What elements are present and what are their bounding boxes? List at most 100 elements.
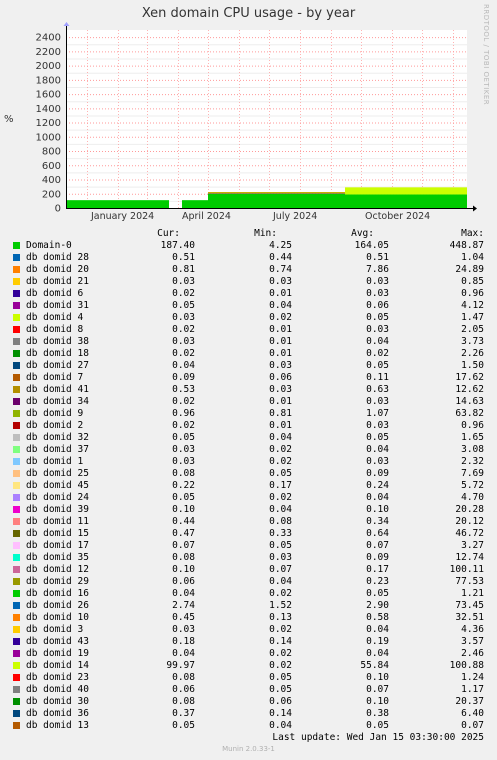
legend-swatch bbox=[13, 578, 20, 585]
legend-series-name: db domid 10 bbox=[26, 612, 89, 623]
legend-series-name: db domid 35 bbox=[26, 552, 89, 563]
legend-swatch bbox=[13, 314, 20, 321]
legend-swatch bbox=[13, 290, 20, 297]
legend-series-name: db domid 17 bbox=[26, 540, 89, 551]
legend-max-value: 0.07 bbox=[461, 720, 484, 731]
y-tick-label: 1200 bbox=[36, 118, 61, 129]
legend-min-value: 0.02 bbox=[269, 624, 292, 635]
legend-row: db domid 1 0.03 0.02 0.03 2.32 bbox=[0, 456, 497, 468]
legend-cur-value: 0.03 bbox=[172, 624, 195, 635]
legend-cur-value: 0.51 bbox=[172, 252, 195, 263]
x-tick-label: October 2024 bbox=[365, 211, 430, 222]
legend-min-value: 0.04 bbox=[269, 576, 292, 587]
legend-min-value: 0.02 bbox=[269, 492, 292, 503]
legend-series-name: db domid 43 bbox=[26, 636, 89, 647]
legend-min-value: 0.02 bbox=[269, 312, 292, 323]
legend-min-value: 0.02 bbox=[269, 660, 292, 671]
y-tick-label: 600 bbox=[42, 161, 61, 172]
legend-avg-value: 2.90 bbox=[366, 600, 389, 611]
area-domain-0 bbox=[66, 200, 169, 208]
x-axis-arrow bbox=[473, 205, 477, 212]
legend-swatch bbox=[13, 722, 20, 729]
legend-series-name: db domid 23 bbox=[26, 672, 89, 683]
legend-min-value: 0.03 bbox=[269, 360, 292, 371]
legend-header-min: Min: bbox=[254, 228, 277, 239]
legend-series-name: db domid 26 bbox=[26, 600, 89, 611]
legend-cur-value: 0.10 bbox=[172, 504, 195, 515]
legend-avg-value: 0.03 bbox=[366, 420, 389, 431]
legend-min-value: 0.02 bbox=[269, 588, 292, 599]
legend-min-value: 0.05 bbox=[269, 540, 292, 551]
legend-series-name: db domid 2 bbox=[26, 420, 84, 431]
legend-min-value: 0.13 bbox=[269, 612, 292, 623]
legend-swatch bbox=[13, 494, 20, 501]
legend-swatch bbox=[13, 422, 20, 429]
legend-series-name: Domain-0 bbox=[26, 240, 72, 251]
y-tick-label: 1000 bbox=[36, 132, 61, 143]
legend-series-name: db domid 14 bbox=[26, 660, 89, 671]
legend-swatch bbox=[13, 326, 20, 333]
legend-row: db domid 30 0.08 0.06 0.10 20.37 bbox=[0, 696, 497, 708]
legend-avg-value: 0.04 bbox=[366, 492, 389, 503]
legend-row: db domid 36 0.37 0.14 0.38 6.40 bbox=[0, 708, 497, 720]
legend-max-value: 0.85 bbox=[461, 276, 484, 287]
legend-row: db domid 10 0.45 0.13 0.58 32.51 bbox=[0, 612, 497, 624]
y-axis-arrow bbox=[63, 22, 70, 26]
y-tick-label: 2400 bbox=[36, 33, 61, 44]
legend-swatch bbox=[13, 350, 20, 357]
legend-series-name: db domid 13 bbox=[26, 720, 89, 731]
area-db-domid-14 bbox=[345, 187, 467, 195]
legend-series-name: db domid 4 bbox=[26, 312, 84, 323]
legend-max-value: 1.17 bbox=[461, 684, 484, 695]
legend-min-value: 0.17 bbox=[269, 480, 292, 491]
legend-min-value: 0.07 bbox=[269, 564, 292, 575]
legend-max-value: 17.62 bbox=[455, 372, 484, 383]
legend-avg-value: 0.10 bbox=[366, 672, 389, 683]
legend-cur-value: 0.03 bbox=[172, 276, 195, 287]
legend-header-max: Max: bbox=[461, 228, 484, 239]
legend-min-value: 4.25 bbox=[269, 240, 292, 251]
legend-header-cur: Cur: bbox=[157, 228, 180, 239]
legend-row: db domid 24 0.05 0.02 0.04 4.70 bbox=[0, 492, 497, 504]
legend-row: db domid 18 0.02 0.01 0.02 2.26 bbox=[0, 348, 497, 360]
legend-row: db domid 43 0.18 0.14 0.19 3.57 bbox=[0, 636, 497, 648]
legend-avg-value: 0.07 bbox=[366, 540, 389, 551]
y-tick-label: 1400 bbox=[36, 104, 61, 115]
legend-avg-value: 0.05 bbox=[366, 720, 389, 731]
legend-avg-value: 0.11 bbox=[366, 372, 389, 383]
legend-series-name: db domid 19 bbox=[26, 648, 89, 659]
legend-swatch bbox=[13, 698, 20, 705]
legend-cur-value: 0.08 bbox=[172, 552, 195, 563]
legend-series-name: db domid 37 bbox=[26, 444, 89, 455]
legend-row: Domain-0 187.40 4.25 164.05 448.87 bbox=[0, 240, 497, 252]
legend-avg-value: 0.23 bbox=[366, 576, 389, 587]
legend-min-value: 0.03 bbox=[269, 552, 292, 563]
legend-max-value: 3.27 bbox=[461, 540, 484, 551]
legend-avg-value: 0.51 bbox=[366, 252, 389, 263]
legend-cur-value: 0.03 bbox=[172, 444, 195, 455]
legend-swatch bbox=[13, 614, 20, 621]
legend-avg-value: 0.03 bbox=[366, 324, 389, 335]
legend-avg-value: 0.04 bbox=[366, 444, 389, 455]
legend-max-value: 5.72 bbox=[461, 480, 484, 491]
legend-min-value: 0.81 bbox=[269, 408, 292, 419]
legend-max-value: 7.69 bbox=[461, 468, 484, 479]
legend-swatch bbox=[13, 446, 20, 453]
legend-min-value: 0.44 bbox=[269, 252, 292, 263]
legend-cur-value: 0.04 bbox=[172, 588, 195, 599]
legend-swatch bbox=[13, 482, 20, 489]
legend-series-name: db domid 6 bbox=[26, 288, 84, 299]
legend-cur-value: 0.05 bbox=[172, 432, 195, 443]
legend-swatch bbox=[13, 590, 20, 597]
legend-cur-value: 0.05 bbox=[172, 720, 195, 731]
legend-max-value: 73.45 bbox=[455, 600, 484, 611]
legend-min-value: 0.74 bbox=[269, 264, 292, 275]
legend-header: Cur: Min: Avg: Max: bbox=[0, 228, 497, 240]
legend-series-name: db domid 31 bbox=[26, 300, 89, 311]
legend-row: db domid 17 0.07 0.05 0.07 3.27 bbox=[0, 540, 497, 552]
legend-cur-value: 0.53 bbox=[172, 384, 195, 395]
legend-row: db domid 6 0.02 0.01 0.03 0.96 bbox=[0, 288, 497, 300]
legend-avg-value: 0.10 bbox=[366, 504, 389, 515]
legend-row: db domid 16 0.04 0.02 0.05 1.21 bbox=[0, 588, 497, 600]
legend-swatch bbox=[13, 398, 20, 405]
